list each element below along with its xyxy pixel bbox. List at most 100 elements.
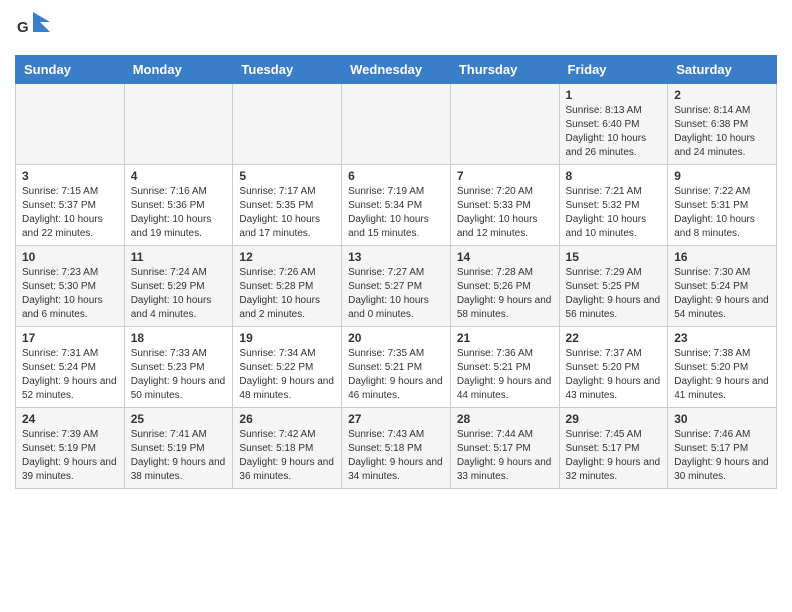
day-number: 25 bbox=[131, 412, 227, 426]
calendar-cell: 11 Sunrise: 7:24 AM Sunset: 5:29 PM Dayli… bbox=[124, 246, 233, 327]
day-info: Sunrise: 7:42 AM Sunset: 5:18 PM Dayligh… bbox=[239, 428, 335, 484]
day-number: 16 bbox=[674, 250, 770, 264]
day-info: Sunrise: 7:41 AM Sunset: 5:19 PM Dayligh… bbox=[131, 428, 227, 484]
day-info: Sunrise: 7:16 AM Sunset: 5:36 PM Dayligh… bbox=[131, 185, 227, 241]
logo-svg: G bbox=[15, 10, 50, 45]
day-number: 7 bbox=[457, 169, 553, 183]
day-info: Sunrise: 7:26 AM Sunset: 5:28 PM Dayligh… bbox=[239, 266, 335, 322]
day-info: Sunrise: 7:44 AM Sunset: 5:17 PM Dayligh… bbox=[457, 428, 553, 484]
day-number: 29 bbox=[566, 412, 662, 426]
weekday-header-friday: Friday bbox=[559, 56, 668, 84]
day-info: Sunrise: 7:21 AM Sunset: 5:32 PM Dayligh… bbox=[566, 185, 662, 241]
calendar-cell: 27 Sunrise: 7:43 AM Sunset: 5:18 PM Dayli… bbox=[342, 408, 451, 489]
day-info: Sunrise: 7:31 AM Sunset: 5:24 PM Dayligh… bbox=[22, 347, 118, 403]
calendar-cell: 1 Sunrise: 8:13 AM Sunset: 6:40 PM Daylig… bbox=[559, 84, 668, 165]
weekday-header-saturday: Saturday bbox=[668, 56, 777, 84]
day-info: Sunrise: 7:39 AM Sunset: 5:19 PM Dayligh… bbox=[22, 428, 118, 484]
calendar-week-0: 1 Sunrise: 8:13 AM Sunset: 6:40 PM Daylig… bbox=[16, 84, 777, 165]
day-number: 27 bbox=[348, 412, 444, 426]
calendar-cell: 21 Sunrise: 7:36 AM Sunset: 5:21 PM Dayli… bbox=[450, 327, 559, 408]
day-number: 21 bbox=[457, 331, 553, 345]
header: G bbox=[15, 10, 777, 45]
day-number: 24 bbox=[22, 412, 118, 426]
day-info: Sunrise: 8:14 AM Sunset: 6:38 PM Dayligh… bbox=[674, 104, 770, 160]
calendar-cell: 15 Sunrise: 7:29 AM Sunset: 5:25 PM Dayli… bbox=[559, 246, 668, 327]
calendar-cell: 30 Sunrise: 7:46 AM Sunset: 5:17 PM Dayli… bbox=[668, 408, 777, 489]
calendar-cell: 8 Sunrise: 7:21 AM Sunset: 5:32 PM Daylig… bbox=[559, 165, 668, 246]
calendar-week-3: 17 Sunrise: 7:31 AM Sunset: 5:24 PM Dayli… bbox=[16, 327, 777, 408]
day-number: 17 bbox=[22, 331, 118, 345]
day-info: Sunrise: 7:33 AM Sunset: 5:23 PM Dayligh… bbox=[131, 347, 227, 403]
calendar-cell: 7Sunrise: 7:20 AM Sunset: 5:33 PM Daylig… bbox=[450, 165, 559, 246]
calendar-week-1: 3Sunrise: 7:15 AM Sunset: 5:37 PM Daylig… bbox=[16, 165, 777, 246]
calendar-cell: 22 Sunrise: 7:37 AM Sunset: 5:20 PM Dayli… bbox=[559, 327, 668, 408]
day-number: 26 bbox=[239, 412, 335, 426]
day-info: Sunrise: 7:27 AM Sunset: 5:27 PM Dayligh… bbox=[348, 266, 444, 322]
day-number: 8 bbox=[566, 169, 662, 183]
calendar-cell: 16 Sunrise: 7:30 AM Sunset: 5:24 PM Dayli… bbox=[668, 246, 777, 327]
calendar-cell: 18 Sunrise: 7:33 AM Sunset: 5:23 PM Dayli… bbox=[124, 327, 233, 408]
day-number: 18 bbox=[131, 331, 227, 345]
day-number: 4 bbox=[131, 169, 227, 183]
day-number: 3 bbox=[22, 169, 118, 183]
weekday-header-sunday: Sunday bbox=[16, 56, 125, 84]
day-number: 10 bbox=[22, 250, 118, 264]
day-number: 6 bbox=[348, 169, 444, 183]
svg-text:G: G bbox=[17, 19, 29, 36]
day-info: Sunrise: 7:43 AM Sunset: 5:18 PM Dayligh… bbox=[348, 428, 444, 484]
calendar-cell: 12 Sunrise: 7:26 AM Sunset: 5:28 PM Dayli… bbox=[233, 246, 342, 327]
day-info: Sunrise: 7:46 AM Sunset: 5:17 PM Dayligh… bbox=[674, 428, 770, 484]
calendar-cell: 14Sunrise: 7:28 AM Sunset: 5:26 PM Dayli… bbox=[450, 246, 559, 327]
day-info: Sunrise: 7:38 AM Sunset: 5:20 PM Dayligh… bbox=[674, 347, 770, 403]
day-number: 23 bbox=[674, 331, 770, 345]
day-info: Sunrise: 7:30 AM Sunset: 5:24 PM Dayligh… bbox=[674, 266, 770, 322]
day-number: 19 bbox=[239, 331, 335, 345]
day-number: 22 bbox=[566, 331, 662, 345]
calendar-cell: 4 Sunrise: 7:16 AM Sunset: 5:36 PM Daylig… bbox=[124, 165, 233, 246]
day-number: 15 bbox=[566, 250, 662, 264]
day-info: Sunrise: 7:29 AM Sunset: 5:25 PM Dayligh… bbox=[566, 266, 662, 322]
calendar-cell: 17 Sunrise: 7:31 AM Sunset: 5:24 PM Dayli… bbox=[16, 327, 125, 408]
day-number: 1 bbox=[566, 88, 662, 102]
day-info: Sunrise: 7:23 AM Sunset: 5:30 PM Dayligh… bbox=[22, 266, 118, 322]
day-number: 2 bbox=[674, 88, 770, 102]
day-number: 12 bbox=[239, 250, 335, 264]
calendar-cell bbox=[124, 84, 233, 165]
weekday-header-monday: Monday bbox=[124, 56, 233, 84]
calendar-cell: 29 Sunrise: 7:45 AM Sunset: 5:17 PM Dayli… bbox=[559, 408, 668, 489]
calendar-cell: 10 Sunrise: 7:23 AM Sunset: 5:30 PM Dayli… bbox=[16, 246, 125, 327]
logo: G bbox=[15, 10, 50, 45]
calendar-cell: 6 Sunrise: 7:19 AM Sunset: 5:34 PM Daylig… bbox=[342, 165, 451, 246]
day-info: Sunrise: 7:24 AM Sunset: 5:29 PM Dayligh… bbox=[131, 266, 227, 322]
calendar-cell: 13 Sunrise: 7:27 AM Sunset: 5:27 PM Dayli… bbox=[342, 246, 451, 327]
calendar-cell: 25 Sunrise: 7:41 AM Sunset: 5:19 PM Dayli… bbox=[124, 408, 233, 489]
calendar-cell: 28 Sunrise: 7:44 AM Sunset: 5:17 PM Dayli… bbox=[450, 408, 559, 489]
day-number: 9 bbox=[674, 169, 770, 183]
calendar-cell: 3Sunrise: 7:15 AM Sunset: 5:37 PM Daylig… bbox=[16, 165, 125, 246]
calendar-cell bbox=[16, 84, 125, 165]
day-number: 11 bbox=[131, 250, 227, 264]
day-number: 28 bbox=[457, 412, 553, 426]
calendar-cell: 20 Sunrise: 7:35 AM Sunset: 5:21 PM Dayli… bbox=[342, 327, 451, 408]
day-info: Sunrise: 7:36 AM Sunset: 5:21 PM Dayligh… bbox=[457, 347, 553, 403]
day-info: Sunrise: 7:35 AM Sunset: 5:21 PM Dayligh… bbox=[348, 347, 444, 403]
calendar-cell: 26 Sunrise: 7:42 AM Sunset: 5:18 PM Dayli… bbox=[233, 408, 342, 489]
day-info: Sunrise: 8:13 AM Sunset: 6:40 PM Dayligh… bbox=[566, 104, 662, 160]
page-container: G SundayMondayTuesdayWednesdayThursdayFr… bbox=[0, 0, 792, 499]
calendar-cell: 24 Sunrise: 7:39 AM Sunset: 5:19 PM Dayli… bbox=[16, 408, 125, 489]
calendar-cell bbox=[342, 84, 451, 165]
day-info: Sunrise: 7:28 AM Sunset: 5:26 PM Dayligh… bbox=[457, 266, 553, 322]
day-info: Sunrise: 7:17 AM Sunset: 5:35 PM Dayligh… bbox=[239, 185, 335, 241]
day-number: 13 bbox=[348, 250, 444, 264]
day-number: 5 bbox=[239, 169, 335, 183]
day-number: 20 bbox=[348, 331, 444, 345]
day-info: Sunrise: 7:19 AM Sunset: 5:34 PM Dayligh… bbox=[348, 185, 444, 241]
weekday-header-row: SundayMondayTuesdayWednesdayThursdayFrid… bbox=[16, 56, 777, 84]
day-info: Sunrise: 7:45 AM Sunset: 5:17 PM Dayligh… bbox=[566, 428, 662, 484]
day-info: Sunrise: 7:37 AM Sunset: 5:20 PM Dayligh… bbox=[566, 347, 662, 403]
day-number: 30 bbox=[674, 412, 770, 426]
calendar-cell bbox=[450, 84, 559, 165]
calendar-week-4: 24 Sunrise: 7:39 AM Sunset: 5:19 PM Dayli… bbox=[16, 408, 777, 489]
weekday-header-thursday: Thursday bbox=[450, 56, 559, 84]
day-info: Sunrise: 7:34 AM Sunset: 5:22 PM Dayligh… bbox=[239, 347, 335, 403]
